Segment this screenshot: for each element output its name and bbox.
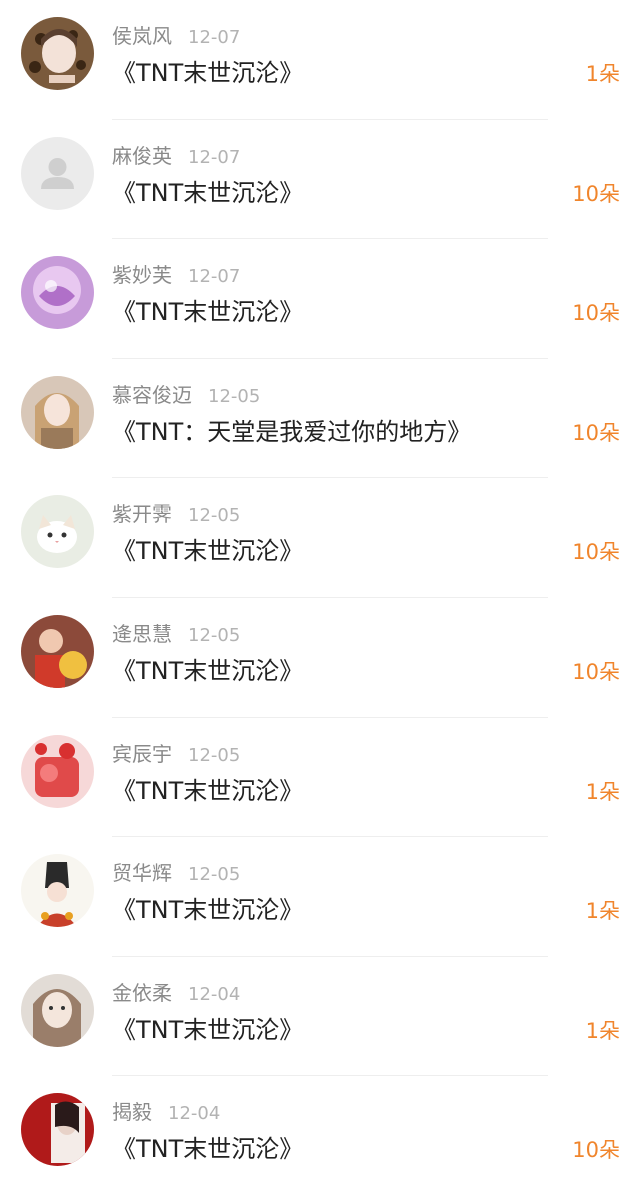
- flower-count: 1朵: [585, 899, 620, 924]
- list-item[interactable]: 逄思慧 12-05 《TNT末世沉沦》 10朵: [0, 598, 640, 718]
- user-name: 麻俊英: [112, 143, 172, 168]
- date-label: 12-05: [188, 505, 241, 527]
- flower-count: 1朵: [585, 779, 620, 804]
- avatar[interactable]: [21, 614, 94, 688]
- user-name: 逄思慧: [112, 621, 172, 646]
- list-item[interactable]: 揭毅 12-04 《TNT末世沉沦》 10朵: [0, 1076, 640, 1192]
- book-title[interactable]: 《TNT末世沉沦》: [112, 296, 303, 328]
- date-label: 12-05: [208, 385, 261, 407]
- user-name: 慕容俊迈: [112, 382, 192, 407]
- date-label: 12-07: [188, 266, 241, 288]
- avatar[interactable]: [21, 973, 94, 1047]
- date-label: 12-05: [188, 624, 241, 646]
- default-user-icon[interactable]: [21, 136, 94, 210]
- flower-count: 10朵: [572, 1138, 620, 1163]
- user-name: 紫妙芙: [112, 263, 172, 288]
- avatar[interactable]: [21, 495, 94, 569]
- avatar[interactable]: [21, 1093, 94, 1167]
- date-label: 12-05: [188, 744, 241, 766]
- flower-count: 10朵: [572, 540, 620, 565]
- list-item[interactable]: 金依柔 12-04 《TNT末世沉沦》 1朵: [0, 957, 640, 1077]
- book-title[interactable]: 《TNT末世沉沦》: [112, 535, 303, 567]
- flower-count: 10朵: [572, 181, 620, 206]
- avatar[interactable]: [21, 854, 94, 928]
- list-item[interactable]: 贸华辉 12-05 《TNT末世沉沦》 1朵: [0, 837, 640, 957]
- user-name: 金依柔: [112, 980, 172, 1005]
- flower-count: 10朵: [572, 659, 620, 684]
- book-title[interactable]: 《TNT末世沉沦》: [112, 894, 303, 926]
- avatar[interactable]: [21, 256, 94, 330]
- book-title[interactable]: 《TNT：天堂是我爱过你的地方》: [112, 416, 471, 448]
- user-name: 宾辰宇: [112, 741, 172, 766]
- list-item[interactable]: 紫开霁 12-05 《TNT末世沉沦》 10朵: [0, 478, 640, 598]
- list-item[interactable]: 麻俊英 12-07 《TNT末世沉沦》 10朵: [0, 120, 640, 240]
- flower-count: 1朵: [585, 1018, 620, 1043]
- date-label: 12-07: [188, 146, 241, 168]
- list-item[interactable]: 紫妙芙 12-07 《TNT末世沉沦》 10朵: [0, 239, 640, 359]
- list-item[interactable]: 侯岚风 12-07 《TNT末世沉沦》 1朵: [0, 0, 640, 120]
- list-item[interactable]: 慕容俊迈 12-05 《TNT：天堂是我爱过你的地方》 10朵: [0, 359, 640, 479]
- date-label: 12-05: [188, 864, 241, 886]
- flower-count: 1朵: [585, 62, 620, 86]
- book-title[interactable]: 《TNT末世沉沦》: [112, 57, 303, 89]
- book-title[interactable]: 《TNT末世沉沦》: [112, 1133, 303, 1165]
- book-title[interactable]: 《TNT末世沉沦》: [112, 1014, 303, 1046]
- flower-count: 10朵: [572, 420, 620, 445]
- date-label: 12-04: [188, 983, 241, 1005]
- user-name: 侯岚风: [112, 24, 172, 48]
- book-title[interactable]: 《TNT末世沉沦》: [112, 775, 303, 807]
- date-label: 12-04: [168, 1103, 221, 1125]
- avatar[interactable]: [21, 734, 94, 808]
- flower-count: 10朵: [572, 301, 620, 326]
- list-item[interactable]: 宾辰宇 12-05 《TNT末世沉沦》 1朵: [0, 718, 640, 838]
- date-label: 12-07: [188, 27, 241, 48]
- avatar[interactable]: [21, 375, 94, 449]
- user-name: 紫开霁: [112, 502, 172, 527]
- user-name: 揭毅: [112, 1100, 152, 1125]
- avatar[interactable]: [21, 17, 94, 90]
- gift-record-list: 侯岚风 12-07 《TNT末世沉沦》 1朵 麻俊英 12-07 《TNT末世沉沦》…: [0, 0, 640, 1192]
- book-title[interactable]: 《TNT末世沉沦》: [112, 177, 303, 209]
- user-name: 贸华辉: [112, 861, 172, 886]
- book-title[interactable]: 《TNT末世沉沦》: [112, 655, 303, 687]
